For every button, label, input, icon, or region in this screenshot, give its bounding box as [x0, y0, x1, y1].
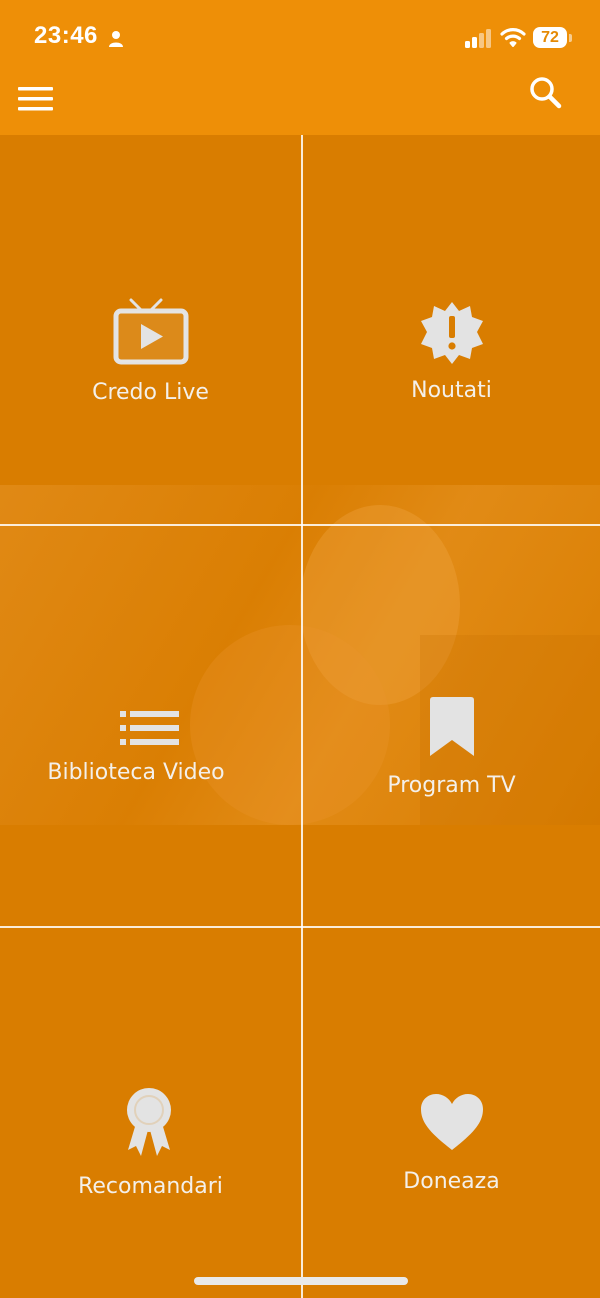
battery-level: 72: [541, 29, 559, 46]
tile-noutati[interactable]: Noutati: [303, 136, 600, 524]
battery-icon: 72: [533, 27, 567, 48]
hamburger-menu-icon[interactable]: [18, 84, 54, 112]
tile-label: Recomandari: [78, 1174, 223, 1199]
status-time: 23:46: [34, 22, 98, 49]
tile-label: Doneaza: [403, 1169, 500, 1194]
app-bar: [0, 76, 600, 135]
wifi-icon: [500, 28, 526, 47]
heart-icon: [421, 1094, 483, 1150]
tile-label: Noutati: [411, 378, 492, 403]
list-icon: [120, 711, 179, 745]
tv-play-icon: [113, 298, 189, 365]
tile-biblioteca-video[interactable]: Biblioteca Video: [0, 526, 301, 926]
signal-icon: [465, 29, 491, 48]
tile-label: Biblioteca Video: [47, 760, 225, 785]
home-indicator[interactable]: [194, 1277, 408, 1285]
tile-label: Program TV: [387, 773, 516, 798]
alert-badge-icon: [421, 302, 483, 364]
tile-recomandari[interactable]: Recomandari: [0, 928, 301, 1298]
person-icon: [109, 31, 123, 47]
tile-doneaza[interactable]: Doneaza: [303, 928, 600, 1298]
search-icon[interactable]: [528, 76, 564, 112]
tile-label: Credo Live: [92, 380, 209, 405]
battery-tip: [569, 34, 572, 42]
tile-credo-live[interactable]: Credo Live: [0, 136, 301, 524]
bookmark-icon: [430, 697, 474, 756]
tile-program-tv[interactable]: Program TV: [303, 526, 600, 926]
status-bar: 23:46 72: [0, 0, 600, 76]
award-ribbon-icon: [127, 1088, 171, 1156]
